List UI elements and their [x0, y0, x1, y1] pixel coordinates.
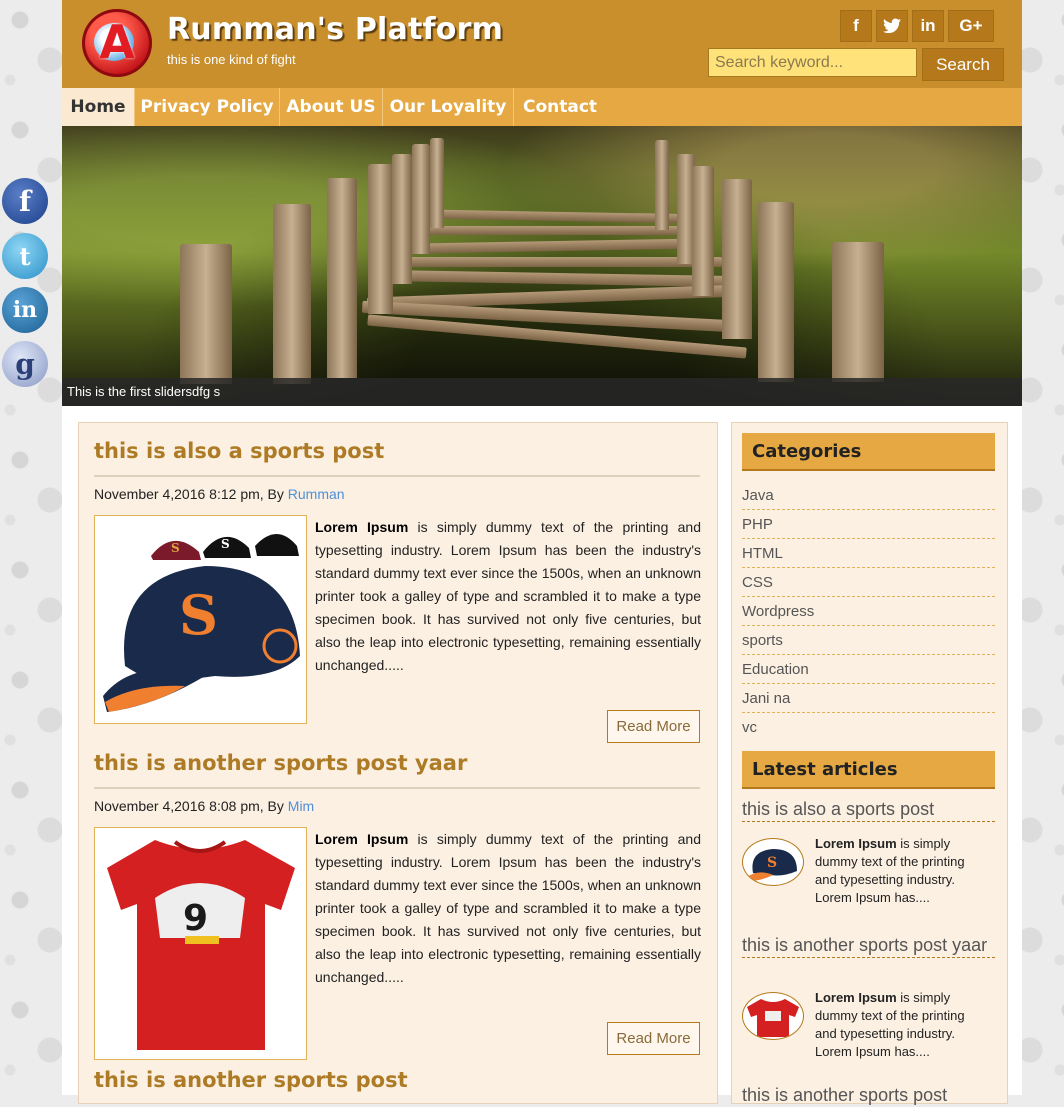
main-content: this is also a sports post November 4,20… [78, 422, 718, 1104]
post-author-link[interactable]: Rumman [288, 486, 345, 502]
excerpt-bold: Lorem Ipsum [815, 836, 897, 851]
category-link[interactable]: Wordpress [742, 597, 995, 626]
divider [94, 787, 700, 789]
sidebar: Categories Java PHP HTML CSS Wordpress s… [731, 422, 1008, 1104]
category-link[interactable]: vc [742, 713, 995, 742]
main-nav: Home Privacy Policy About US Our Loyalit… [62, 88, 1022, 126]
facebook-icon[interactable]: f [840, 10, 872, 42]
floating-social-bar: f t in g [0, 176, 50, 396]
excerpt-bold: Lorem Ipsum [315, 519, 409, 535]
divider [94, 475, 700, 477]
post-date: November 4,2016 8:12 pm, By [94, 486, 284, 502]
site-logo[interactable]: A [82, 9, 152, 77]
twitter-icon[interactable] [876, 10, 908, 42]
category-link[interactable]: Jani na [742, 684, 995, 713]
search-input[interactable] [708, 48, 917, 77]
category-link[interactable]: Java [742, 481, 995, 510]
post-date: November 4,2016 8:08 pm, By [94, 798, 284, 814]
header-social-links: f in G+ [840, 10, 994, 42]
latest-article-title[interactable]: this is also a sports post [742, 800, 995, 822]
facebook-icon[interactable]: f [2, 178, 48, 224]
nav-home[interactable]: Home [62, 88, 135, 126]
excerpt-text: is simply dummy text of the printing and… [315, 831, 701, 985]
category-link[interactable]: sports [742, 626, 995, 655]
svg-text:S: S [179, 583, 218, 647]
excerpt-bold: Lorem Ipsum [815, 990, 897, 1005]
post-meta: November 4,2016 8:08 pm, By Mim [94, 798, 314, 814]
site-header: A Rumman's Platform this is one kind of … [62, 0, 1022, 88]
slider-caption: This is the first slidersdfg s [62, 378, 1022, 406]
svg-text:S: S [171, 541, 180, 555]
excerpt-text: is simply dummy text of the printing and… [315, 519, 701, 673]
excerpt-bold: Lorem Ipsum [315, 831, 409, 847]
post-excerpt: Lorem Ipsum is simply dummy text of the … [315, 516, 701, 677]
post-author-link[interactable]: Mim [288, 798, 314, 814]
post-title[interactable]: this is also a sports post [94, 439, 384, 463]
latest-article-title[interactable]: this is another sports post [742, 1086, 995, 1107]
page-container: A Rumman's Platform this is one kind of … [62, 0, 1022, 1104]
read-more-button[interactable]: Read More [607, 1022, 700, 1055]
category-link[interactable]: CSS [742, 568, 995, 597]
post-thumbnail[interactable]: S S S [94, 515, 307, 724]
nav-about-us[interactable]: About US [280, 88, 383, 126]
post-title[interactable]: this is another sports post [94, 1068, 408, 1092]
google-icon[interactable]: g [2, 341, 48, 387]
post-meta: November 4,2016 8:12 pm, By Rumman [94, 486, 345, 502]
categories-heading: Categories [742, 433, 995, 471]
category-link[interactable]: PHP [742, 510, 995, 539]
latest-article-excerpt: Lorem Ipsum is simply dummy text of the … [742, 989, 982, 1061]
post-thumbnail[interactable]: 9 [94, 827, 307, 1060]
svg-text:9: 9 [183, 898, 208, 939]
linkedin-icon[interactable]: in [2, 287, 48, 333]
post-excerpt: Lorem Ipsum is simply dummy text of the … [315, 828, 701, 989]
nav-contact[interactable]: Contact [514, 88, 606, 126]
logo-letter: A [99, 15, 135, 69]
nav-our-loyality[interactable]: Our Loyality [383, 88, 514, 126]
category-link[interactable]: Education [742, 655, 995, 684]
read-more-button[interactable]: Read More [607, 710, 700, 743]
linkedin-icon[interactable]: in [912, 10, 944, 42]
post-title[interactable]: this is another sports post yaar [94, 751, 467, 775]
search-button[interactable]: Search [922, 48, 1004, 81]
google-plus-icon[interactable]: G+ [948, 10, 994, 42]
latest-article-excerpt: Lorem Ipsum is simply dummy text of the … [742, 835, 982, 907]
latest-article-title[interactable]: this is another sports post yaar [742, 936, 995, 958]
category-link[interactable]: HTML [742, 539, 995, 568]
latest-articles-heading: Latest articles [742, 751, 995, 789]
site-title[interactable]: Rumman's Platform [167, 12, 503, 47]
nav-privacy-policy[interactable]: Privacy Policy [135, 88, 280, 126]
caps-image: S S S [95, 516, 306, 723]
twitter-icon[interactable]: t [2, 233, 48, 279]
svg-text:S: S [221, 537, 230, 551]
tshirt-image: 9 [95, 828, 306, 1059]
image-slider[interactable]: This is the first slidersdfg s [62, 126, 1022, 406]
site-tagline: this is one kind of fight [167, 52, 296, 67]
